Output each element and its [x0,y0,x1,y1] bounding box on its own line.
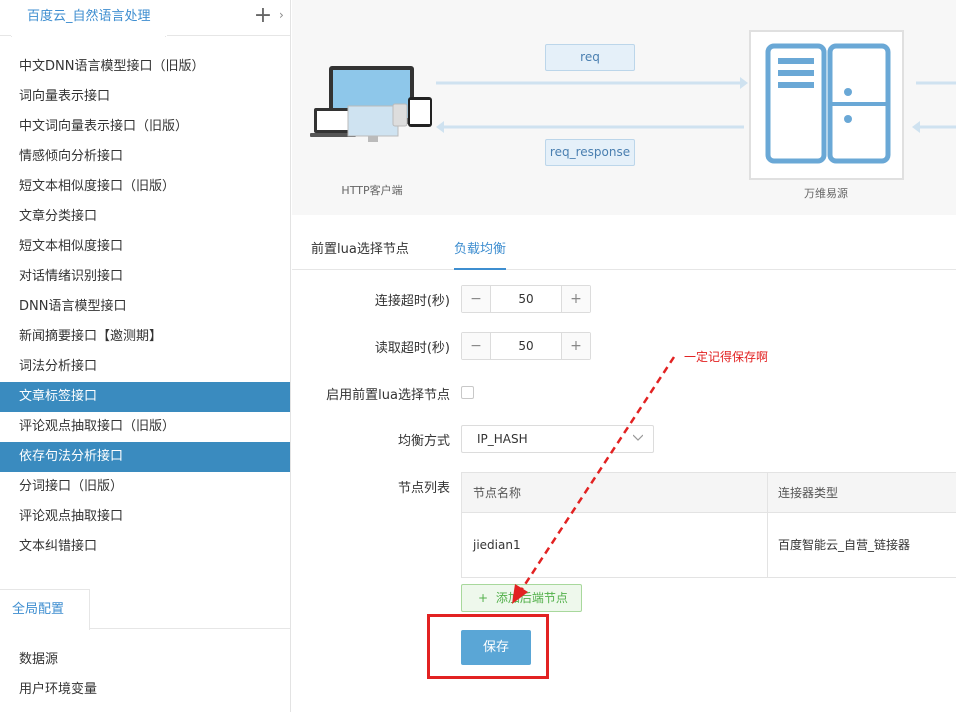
read-timeout-label: 读取超时(秒) [374,341,450,356]
balance-method-label: 均衡方式 [397,434,450,449]
client-label: HTTP客户端 [341,184,403,197]
project-title[interactable]: 百度云_自然语言处理 [11,0,167,36]
sidebar-item[interactable]: 文本纠错接口 [0,532,290,562]
flow-diagram: req req_response HTTP客户端 万维易源 [292,0,956,215]
sidebar-item[interactable]: 中文词向量表示接口（旧版） [0,112,290,142]
sidebar-item[interactable]: 短文本相似度接口 [0,232,290,262]
connect-timeout-input[interactable]: 50 [492,286,560,312]
req-response-label: req_response [545,139,635,166]
add-backend-node-button[interactable]: + 添加后端节点 [461,584,582,612]
annotation-text: 一定记得保存啊 [684,350,769,364]
balance-method-select[interactable]: IP_HASH [461,425,654,453]
node-list-label: 节点列表 [397,481,450,496]
column-divider [767,473,768,577]
column-header-node-name: 节点名称 [473,486,522,500]
tab-lua-select-node[interactable]: 前置lua选择节点 [311,230,409,270]
sidebar-item[interactable]: 对话情绪识别接口 [0,262,290,292]
table-row[interactable]: jiedian1 百度智能云_自营_链接器 [462,514,956,577]
global-config-item[interactable]: 数据源 [0,645,290,675]
server-label: 万维易源 [804,187,848,200]
sidebar-item[interactable]: 评论观点抽取接口 [0,502,290,532]
sidebar-item[interactable]: 文章标签接口 [0,382,290,412]
connect-timeout-label: 连接超时(秒) [374,294,450,309]
node-name-cell: jiedian1 [473,538,521,552]
save-highlight-box [427,614,549,679]
add-icon[interactable]: + [253,5,273,27]
api-list: 中文DNN语言模型接口（旧版） 词向量表示接口 中文词向量表示接口（旧版） 情感倾向分… [0,52,290,562]
config-tabs: 前置lua选择节点 负载均衡 [292,230,956,270]
connect-timeout-stepper: − 50 + [461,285,591,313]
connector-type-cell: 百度智能云_自营_链接器 [778,538,911,552]
sidebar-item[interactable]: 评论观点抽取接口（旧版） [0,412,290,442]
enable-lua-checkbox[interactable] [461,386,474,399]
increment-button[interactable]: + [561,333,590,359]
read-timeout-input[interactable]: 50 [492,333,560,359]
global-config-list: 数据源 用户环境变量 [0,645,290,705]
sidebar-item[interactable]: DNN语言模型接口 [0,292,290,322]
sidebar-item[interactable]: 分词接口（旧版） [0,472,290,502]
node-table: 节点名称 连接器类型 jiedian1 百度智能云_自营_链接器 [461,472,956,578]
sidebar: 百度云_自然语言处理 + › 中文DNN语言模型接口（旧版） 词向量表示接口 中文词… [0,0,291,712]
decrement-button[interactable]: − [462,286,491,312]
read-timeout-stepper: − 50 + [461,332,591,360]
table-header: 节点名称 连接器类型 [462,473,956,513]
global-config-tabbar: 全局配置 [0,589,290,630]
sidebar-item[interactable]: 依存句法分析接口 [0,442,290,472]
add-backend-node-label: 添加后端节点 [495,591,568,605]
balance-method-value: IP_HASH [477,432,528,446]
sidebar-item[interactable]: 短文本相似度接口（旧版） [0,172,290,202]
column-header-connector-type: 连接器类型 [778,486,839,500]
server-icon [749,30,904,180]
sidebar-item[interactable]: 情感倾向分析接口 [0,142,290,172]
sidebar-item[interactable]: 文章分类接口 [0,202,290,232]
global-config-item[interactable]: 用户环境变量 [0,675,290,705]
increment-button[interactable]: + [561,286,590,312]
plus-icon: + [478,591,489,605]
chevron-down-icon [633,434,643,441]
sidebar-item[interactable]: 新闻摘要接口【邀测期】 [0,322,290,352]
sidebar-item[interactable]: 词向量表示接口 [0,82,290,112]
sidebar-header: 百度云_自然语言处理 + › [0,0,290,37]
tab-global-config[interactable]: 全局配置 [0,589,90,630]
tab-load-balance[interactable]: 负载均衡 [454,230,507,270]
chevron-right-icon[interactable]: › [279,8,284,22]
enable-lua-label: 启用前置lua选择节点 [326,388,450,403]
decrement-button[interactable]: − [462,333,491,359]
sidebar-item[interactable]: 中文DNN语言模型接口（旧版） [0,52,290,82]
client-devices-icon [310,66,432,142]
sidebar-item[interactable]: 词法分析接口 [0,352,290,382]
req-label: req [545,44,635,71]
